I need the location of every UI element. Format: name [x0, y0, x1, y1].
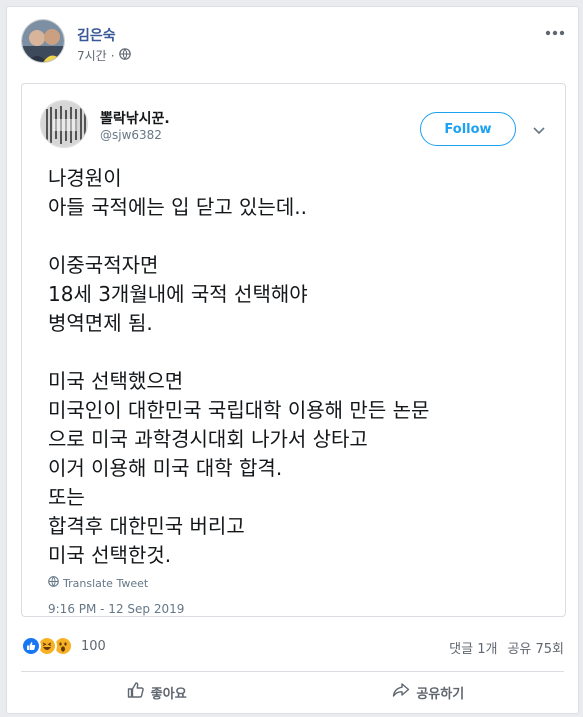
tweet-line: 미국 선택했으면	[48, 369, 184, 393]
tweet-line: 나경원이	[48, 166, 122, 190]
thumbs-up-icon	[127, 681, 145, 703]
tweet-text: 나경원이 아들 국적에는 입 닫고 있는데.. 이중국적자면 18세 3개월내에…	[48, 164, 558, 570]
divider	[21, 671, 564, 672]
globe-icon	[48, 576, 59, 590]
author-avatar[interactable]	[21, 19, 65, 63]
like-button[interactable]: 좋아요	[21, 675, 293, 709]
tweet-line: 합격후 대한민국 버리고	[48, 514, 245, 538]
tweet-line: 이거 이용해 미국 대학 합격.	[48, 456, 283, 480]
embedded-tweet[interactable]: 뽈락낚시꾼. @sjw6382 Follow 나경원이 아들 국적에는 입 닫고…	[21, 83, 566, 617]
reactions-summary[interactable]: 100	[21, 635, 106, 657]
translate-label: Translate Tweet	[63, 576, 149, 590]
tweet-line: 미국인이 대한민국 국립대학 이용해 만든 논문	[48, 398, 430, 422]
tweet-line: 아들 국적에는 입 닫고 있는데..	[48, 195, 307, 219]
tweet-line: 으로 미국 과학경시대회 나가서 상타고	[48, 427, 368, 451]
tweet-line	[48, 222, 558, 251]
post-meta: 7시간 ·	[77, 47, 131, 64]
post-card: 김은숙 7시간 · 뽈락낚시꾼. @sjw6382 Follow 나경원이 아들…	[6, 6, 579, 714]
like-icon	[21, 636, 41, 656]
tweet-author-handle[interactable]: @sjw6382	[100, 128, 162, 142]
tweet-line: 이중국적자면	[48, 253, 159, 277]
post-header: 김은숙 7시간 ·	[21, 19, 566, 71]
engagement-stats: 댓글 1개 공유 75회	[449, 638, 564, 657]
share-label: 공유하기	[416, 686, 465, 702]
post-actions: 좋아요 공유하기	[21, 675, 564, 709]
tweet-line: 또는	[48, 485, 85, 509]
comment-count[interactable]: 댓글 1개	[449, 638, 497, 657]
tweet-timestamp[interactable]: 9:16 PM - 12 Sep 2019	[48, 602, 184, 616]
tweet-line: 미국 선택한것.	[48, 543, 172, 567]
chevron-down-icon[interactable]	[532, 122, 546, 136]
tweet-author-name[interactable]: 뽈락낚시꾼.	[100, 108, 170, 128]
share-count[interactable]: 공유 75회	[507, 638, 564, 657]
more-options-icon[interactable]	[544, 25, 566, 39]
share-icon	[392, 681, 410, 703]
tweet-line: 18세 3개월내에 국적 선택해야	[48, 282, 308, 306]
author-name[interactable]: 김은숙	[77, 25, 116, 45]
tweet-line: 병역면제 됨.	[48, 311, 153, 335]
reaction-count: 100	[81, 638, 106, 654]
globe-icon	[118, 48, 131, 63]
share-button[interactable]: 공유하기	[293, 675, 565, 709]
translate-tweet-link[interactable]: Translate Tweet	[48, 576, 148, 590]
tweet-line	[48, 338, 558, 367]
like-label: 좋아요	[150, 686, 187, 702]
tweet-author-avatar[interactable]	[40, 100, 88, 148]
follow-button[interactable]: Follow	[420, 112, 516, 146]
post-time[interactable]: 7시간	[77, 47, 107, 64]
